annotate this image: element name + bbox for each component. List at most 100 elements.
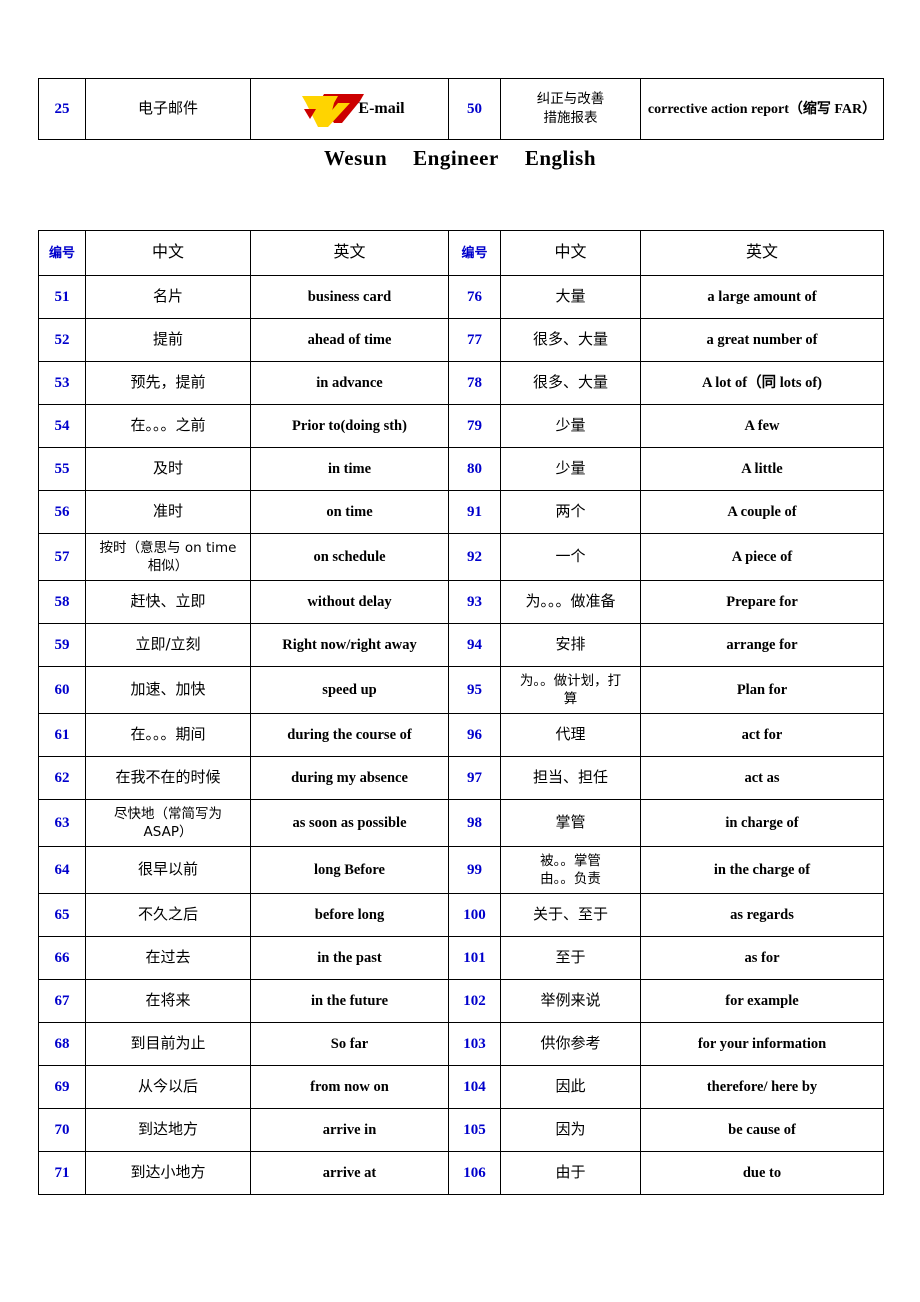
english-term-right: A little (640, 447, 884, 491)
table-header-row: 编号 中文 英文 编号 中文 英文 (38, 230, 884, 276)
entry-number-right-text: 93 (467, 593, 482, 610)
english-term-left-text: long Before (313, 861, 385, 878)
english-term-left-text: Right now/right away (282, 636, 417, 653)
chinese-term-left-text: 及时 (152, 458, 183, 477)
title-word-2: Engineer (413, 146, 499, 170)
english-term-left-text: speed up (322, 681, 377, 698)
english-term-left-text: before long (314, 906, 385, 923)
entry-number-left-text: 70 (54, 1121, 70, 1138)
english-term-left-text: during the course of (287, 726, 412, 743)
entry-number-left: 55 (38, 447, 86, 491)
entry-number-right: 77 (448, 318, 501, 362)
entry-number-right: 105 (448, 1108, 501, 1152)
chinese-term-right-text: 一个 (555, 546, 586, 565)
english-term-left: ahead of time (250, 318, 449, 362)
entry-number-left: 59 (38, 623, 86, 667)
entry-number-left: 60 (38, 666, 86, 714)
chinese-term-left: 在。。。之前 (85, 404, 251, 448)
english-term-left: long Before (250, 846, 449, 894)
chinese-term-left: 不久之后 (85, 893, 251, 937)
entry-number-left: 63 (38, 799, 86, 847)
english-term-left: Right now/right away (250, 623, 449, 667)
header-english-right: 英文 (640, 230, 884, 276)
entry-number-right-text: 96 (467, 726, 482, 743)
english-term-left-text: arrive in (322, 1121, 377, 1138)
english-term-left-text: in advance (316, 374, 383, 391)
chinese-term-left: 在。。。期间 (85, 713, 251, 757)
english-term-left: arrive at (250, 1151, 449, 1195)
chinese-term-right: 少量 (500, 447, 641, 491)
english-term-right: A lot of（同 lots of) (640, 361, 884, 405)
entry-number-right-text: 105 (463, 1121, 486, 1138)
top-continuation-table: 25 电子邮件 E-mail 50 纠正与改善 措施报表 corrective … (38, 78, 884, 140)
chinese-term-left-line2: 相似） (147, 558, 189, 574)
chinese-term-left-line1: 尽快地（常简写为 (114, 805, 222, 822)
chinese-term-right-line1: 被。。掌管 (540, 852, 601, 869)
chinese-term-right-text: 掌管 (555, 812, 586, 831)
chinese-term-right-text: 供你参考 (540, 1033, 601, 1052)
chinese-term-right: 两个 (500, 490, 641, 534)
chinese-term-right-text: 两个 (555, 501, 586, 520)
chinese-term-left-text: 加速、加快 (130, 679, 206, 698)
table-row: 63 尽快地（常简写为 ASAP） as soon as possible 98 掌管 in… (38, 799, 884, 847)
entry-number-left: 69 (38, 1065, 86, 1109)
chinese-term-left-text: 在将来 (145, 990, 191, 1009)
english-term-left: during the course of (250, 713, 449, 757)
english-term-left-text: from now on (310, 1078, 389, 1095)
english-term-right: for your information (640, 1022, 884, 1066)
chinese-term-right-line2: 由。。负责 (540, 871, 601, 887)
header-no-left: 编号 (38, 230, 86, 276)
entry-number-left-text: 54 (54, 417, 70, 434)
chinese-term-left-text: 在我不在的时候 (115, 767, 221, 786)
chinese-term-left: 预先，提前 (85, 361, 251, 405)
chinese-term-left-text: 从今以后 (137, 1076, 198, 1095)
english-term-left-text: Prior to(doing sth) (292, 417, 407, 434)
english-term-left: business card (250, 275, 449, 319)
entry-number-right: 96 (448, 713, 501, 757)
entry-number-left-text: 66 (54, 949, 70, 966)
english-term-left-text: in time (327, 460, 372, 477)
english-term-left-text: in the future (310, 992, 389, 1009)
english-term-left-text: ahead of time (307, 331, 392, 348)
english-term-left: as soon as possible (250, 799, 449, 847)
entry-number-right: 78 (448, 361, 501, 405)
entry-number-right: 79 (448, 404, 501, 448)
entry-number-right-text: 99 (467, 861, 482, 878)
chinese-term-right: 至于 (500, 936, 641, 980)
english-term-right-text: act as (744, 769, 780, 786)
entry-number-right-text: 79 (467, 417, 482, 434)
chinese-term-line1: 纠正与改善 (536, 91, 605, 108)
cell-left-english: E-mail (250, 78, 449, 140)
chinese-term-right: 大量 (500, 275, 641, 319)
chinese-term-right: 安排 (500, 623, 641, 667)
entry-number-left-text: 52 (54, 331, 70, 348)
english-term-right-text: Prepare for (726, 593, 798, 610)
table-row: 70 到达地方 arrive in 105 因为 be cause of (38, 1108, 884, 1152)
table-row: 54 在。。。之前 Prior to(doing sth) 79 少量 A few (38, 404, 884, 448)
english-term-right: act as (640, 756, 884, 800)
table-row: 56 准时 on time 91 两个 A couple of (38, 490, 884, 534)
entry-number-right-text: 94 (467, 636, 482, 653)
table-row: 61 在。。。期间 during the course of 96 代理 act for (38, 713, 884, 757)
page-title: Wesun Engineer English (0, 146, 920, 171)
english-term-left: on time (250, 490, 449, 534)
cell-right-no: 50 (448, 78, 501, 140)
entry-number-right-text: 91 (467, 503, 482, 520)
english-term-right-text: act for (741, 726, 783, 743)
english-term-left: arrive in (250, 1108, 449, 1152)
entry-number-left: 62 (38, 756, 86, 800)
table-row: 66 在过去 in the past 101 至于 as for (38, 936, 884, 980)
chinese-term-left: 到达小地方 (85, 1151, 251, 1195)
english-term-right: in the charge of (640, 846, 884, 894)
chinese-term-left-line2: ASAP） (143, 824, 193, 840)
vocabulary-table: 编号 中文 英文 编号 中文 英文 51 名片 business card 76 大量 a… (38, 230, 884, 1195)
entry-number-right: 101 (448, 936, 501, 980)
entry-number-left-text: 55 (54, 460, 70, 477)
chinese-term-left-text: 名片 (152, 286, 183, 305)
chinese-term-left-text: 到目前为止 (130, 1033, 206, 1052)
header-english-left: 英文 (250, 230, 449, 276)
entry-number-right: 80 (448, 447, 501, 491)
chinese-term-right-text: 关于、至于 (532, 904, 608, 923)
english-term-right-text: A couple of (727, 503, 797, 520)
chinese-term: 电子邮件 (137, 98, 198, 117)
